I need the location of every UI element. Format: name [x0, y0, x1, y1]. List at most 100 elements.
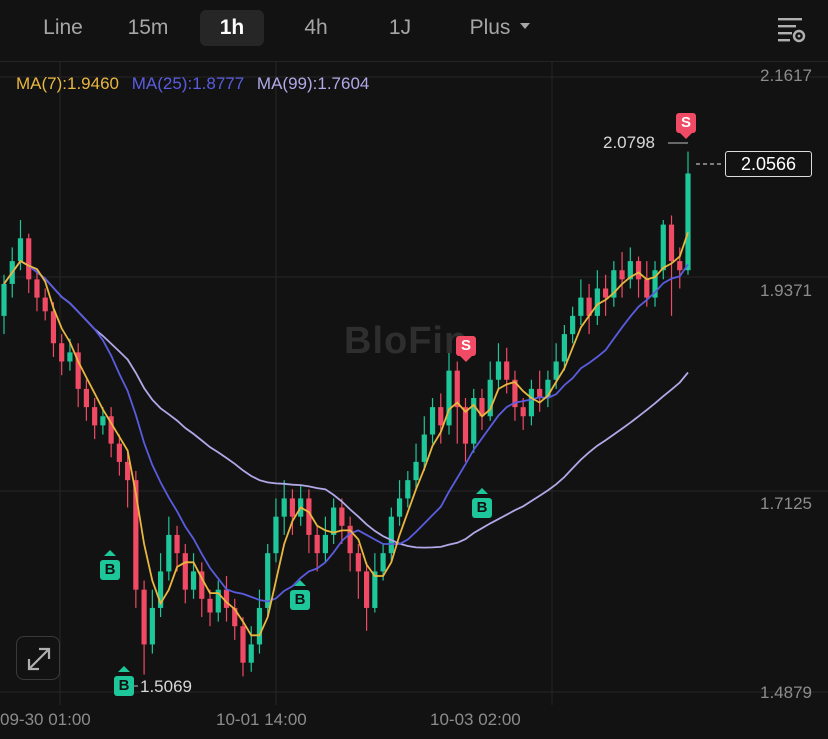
candle [157, 553, 164, 618]
candle-body [141, 589, 147, 645]
candle-body [520, 407, 526, 417]
candle-body [396, 498, 403, 517]
candle [495, 343, 502, 389]
buy-marker[interactable]: B [114, 666, 134, 698]
candle [668, 215, 675, 316]
candle-body [528, 388, 535, 417]
brand-watermark: BloFin [344, 320, 469, 362]
candle-body [281, 498, 287, 517]
fullscreen-button[interactable] [16, 636, 60, 680]
candle-body [578, 297, 584, 316]
candlestick-chart[interactable] [0, 0, 828, 739]
candle [207, 589, 213, 627]
candle-body [265, 553, 271, 608]
high-price-label: 2.0798 [603, 133, 655, 152]
last-price-badge: 2.0566 [725, 151, 812, 177]
candle [141, 580, 147, 675]
candle-body [446, 370, 452, 426]
candle-body [248, 644, 254, 663]
candle-body [42, 297, 48, 312]
candle [34, 270, 40, 312]
candle-body [166, 534, 172, 572]
candle-body [570, 315, 576, 335]
candle-body [594, 288, 600, 316]
ma7-legend: MA(7):1.9460 [16, 74, 119, 93]
candle-body [223, 589, 230, 608]
candle-body [174, 534, 180, 554]
candle-body [289, 498, 296, 517]
candle-body [685, 173, 691, 271]
candle-body [331, 507, 337, 535]
candle-body [380, 553, 386, 572]
candle [528, 379, 535, 426]
candle [322, 516, 328, 563]
candle [635, 256, 642, 298]
candle [545, 370, 551, 408]
candle-body [59, 343, 65, 362]
sell-marker[interactable]: S [456, 336, 476, 362]
candle-body [355, 553, 361, 572]
price-tick: 1.9371 [760, 281, 812, 300]
candle-body [561, 334, 567, 362]
candle [396, 480, 403, 526]
time-tick: 10-01 14:00 [216, 710, 307, 729]
candle [504, 347, 510, 394]
ma-legend: MA(7):1.9460 MA(25):1.8777 MA(99):1.7604 [16, 74, 377, 94]
candle [232, 598, 238, 640]
sell-marker[interactable]: S [676, 113, 696, 139]
candle [273, 498, 279, 563]
candle-body [314, 534, 320, 554]
buy-marker[interactable]: B [472, 488, 492, 520]
candle [462, 398, 469, 462]
candle-body [190, 571, 197, 590]
candle [364, 562, 370, 631]
candle-body [405, 480, 411, 499]
candle-body [421, 434, 427, 462]
candle [520, 398, 526, 430]
candle [512, 370, 518, 421]
candle [594, 270, 600, 325]
candle-body [149, 607, 155, 645]
candle-body [413, 461, 419, 481]
candle [174, 525, 180, 572]
candle [306, 489, 312, 554]
candle-body [256, 607, 263, 645]
candle-body [339, 507, 345, 526]
candle [405, 471, 411, 508]
candle-body [207, 598, 213, 613]
buy-marker[interactable]: B [100, 550, 120, 582]
candle-body [644, 279, 650, 298]
low-price-label: 1.5069 [140, 677, 192, 696]
candle-body [116, 443, 122, 462]
candle [372, 553, 378, 613]
candle [586, 283, 592, 335]
candle [347, 516, 353, 572]
candle [627, 247, 633, 289]
candle [479, 388, 485, 430]
candle [26, 233, 32, 294]
candle [570, 306, 576, 344]
candle-body [34, 279, 40, 298]
candle-body [504, 361, 510, 380]
candle-body [677, 261, 683, 271]
candle [199, 562, 205, 618]
candle [619, 251, 625, 298]
candle [166, 516, 172, 581]
candle [685, 151, 691, 275]
candle-body [388, 516, 394, 554]
candle [190, 553, 197, 599]
candle [331, 498, 337, 545]
candle-body [553, 361, 559, 380]
candle [215, 580, 221, 622]
buy-marker[interactable]: B [290, 580, 310, 612]
candle-body [26, 238, 32, 280]
candle-body [273, 516, 279, 554]
candle [182, 544, 188, 604]
candle-body [83, 388, 90, 408]
candle [578, 279, 584, 325]
candle-body [322, 534, 328, 554]
candle-body [240, 626, 246, 663]
candle-body [372, 571, 378, 608]
candle-body [182, 553, 188, 590]
candle-body [1, 283, 7, 316]
